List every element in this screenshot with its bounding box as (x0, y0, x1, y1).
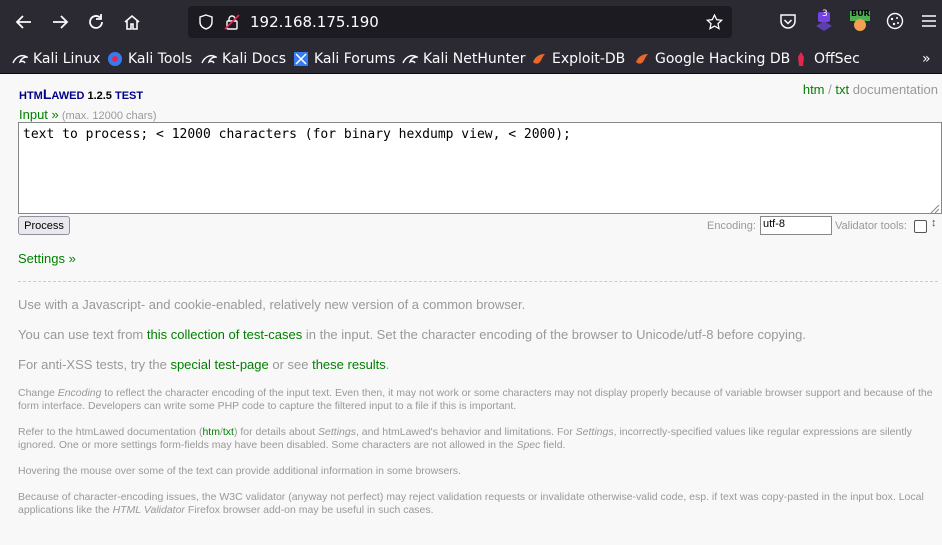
input-textarea[interactable]: text to process; < 12000 characters (for… (18, 122, 942, 214)
anti-xss-note: For anti-XSS tests, try the special test… (18, 357, 928, 372)
bookmark-label: Kali Tools (128, 51, 193, 67)
resize-grip-icon[interactable] (930, 204, 940, 214)
bookmark-exploit-db[interactable]: Exploit-DB (531, 49, 625, 69)
doc-note-italic-3: Spec (516, 439, 541, 451)
bookmark-google-hacking-db[interactable]: Google Hacking DB (634, 49, 790, 69)
cookie-icon[interactable] (883, 9, 907, 33)
bookmark-label: Exploit-DB (552, 51, 626, 67)
kali-dragon-icon (12, 51, 30, 67)
doc-note-htm-link[interactable]: htm (202, 426, 220, 438)
dashed-divider (18, 281, 938, 282)
anti-xss-text: For anti-XSS tests, try the (18, 357, 171, 372)
anti-xss-text-post: . (385, 357, 390, 372)
validator-toggle-icon[interactable]: ↕ (931, 217, 937, 229)
doc-note-text-e: field. (540, 439, 566, 451)
doc-separator: / (824, 82, 836, 97)
page-content: htmLawed 1.2.5 test htm / txt documentat… (0, 74, 942, 545)
bookmark-star-icon[interactable] (705, 13, 724, 30)
exploit-db-icon (531, 51, 547, 67)
bookmarks-toolbar: Kali Linux Kali Tools Kali Docs Kali For… (0, 44, 942, 74)
burp-proxy-icon[interactable]: BUR (848, 9, 872, 33)
doc-txt-link[interactable]: txt (835, 82, 849, 97)
home-icon[interactable] (118, 8, 146, 36)
bookmark-label: Kali NetHunter (423, 51, 526, 67)
settings-toggle[interactable]: Settings » (18, 251, 76, 266)
encoding-note-text: Change (18, 387, 58, 399)
brand-htm: htm (19, 90, 43, 102)
input-max-chars: (max. 12000 chars) (58, 110, 157, 122)
encoding-note-text-rest: to reflect the character encoding of the… (18, 387, 933, 412)
url-bar[interactable]: 192.168.175.190 (188, 6, 732, 38)
hover-note: Hovering the mouse over some of the text… (18, 465, 461, 477)
reload-icon[interactable] (82, 8, 110, 36)
back-arrow-icon[interactable] (10, 8, 38, 36)
brand-version: 1.2.5 (87, 90, 112, 102)
app-brand: htmLawed 1.2.5 test (19, 86, 143, 102)
validator-note-italic: HTML Validator (112, 504, 185, 516)
bookmark-label: OffSec (814, 51, 860, 67)
bookmark-offsec[interactable]: OffSec (793, 49, 860, 69)
doc-note-txt-link[interactable]: txt (223, 426, 234, 438)
insecure-lock-icon[interactable] (224, 14, 240, 30)
browser-note: Use with a Javascript- and cookie-enable… (18, 297, 526, 312)
bookmark-kali-tools[interactable]: Kali Tools (107, 49, 192, 69)
doc-note-text-c: , and htmLawed's behavior and limitation… (355, 426, 576, 438)
url-text[interactable]: 192.168.175.190 (250, 13, 379, 31)
kali-tools-icon (107, 51, 123, 67)
kali-dragon-icon (201, 51, 219, 67)
burp-proxy-label: BUR (851, 9, 870, 18)
bookmark-kali-linux[interactable]: Kali Linux (12, 49, 100, 69)
offsec-icon (793, 51, 809, 67)
anti-xss-text-mid: or see (268, 357, 313, 372)
extension-badge-count: 3 (822, 9, 828, 19)
validator-note: Because of character-encoding issues, th… (18, 491, 934, 517)
bookmark-kali-docs[interactable]: Kali Docs (201, 49, 286, 69)
encoding-input[interactable]: utf-8 (760, 216, 832, 235)
encoding-note-italic: Encoding (57, 387, 102, 399)
brand-awed: awed (51, 90, 85, 102)
exploit-db-icon (634, 51, 650, 67)
bookmark-label: Kali Docs (222, 51, 287, 67)
pocket-icon[interactable] (776, 9, 800, 33)
test-cases-note: You can use text from this collection of… (18, 327, 928, 342)
test-cases-text-post: in the input. Set the character encoding… (302, 327, 806, 342)
kali-dragon-icon (402, 51, 420, 67)
kali-forums-icon (293, 51, 309, 67)
bookmark-label: Kali Forums (314, 51, 396, 67)
these-results-link[interactable]: these results (312, 357, 386, 372)
validator-tools-label: Validator tools: (835, 220, 907, 232)
input-label[interactable]: Input » (max. 12000 chars) (19, 107, 157, 122)
browser-toolbar: 192.168.175.190 3 BUR (0, 0, 942, 44)
validator-checkbox[interactable] (914, 220, 927, 233)
bookmarks-overflow-icon[interactable]: » (922, 49, 931, 69)
doc-htm-link[interactable]: htm (803, 82, 825, 97)
bookmark-label: Kali Linux (33, 51, 101, 67)
documentation-links: htm / txt documentation (803, 82, 938, 97)
bookmark-kali-forums[interactable]: Kali Forums (293, 49, 395, 69)
shield-icon[interactable] (198, 14, 214, 30)
special-test-page-link[interactable]: special test-page (170, 357, 268, 372)
documentation-note: Refer to the htmLawed documentation (htm… (18, 426, 934, 452)
hamburger-menu-icon[interactable] (917, 9, 941, 33)
forward-arrow-icon[interactable] (46, 8, 74, 36)
bookmark-label: Google Hacking DB (655, 51, 791, 67)
doc-label: documentation (849, 82, 938, 97)
test-cases-link[interactable]: this collection of test-cases (147, 327, 302, 342)
doc-note-text: Refer to the htmLawed documentation ( (18, 426, 203, 438)
encoding-label: Encoding: (707, 220, 756, 232)
validator-note-text-rest: Firefox browser add-on may be useful in … (184, 504, 434, 516)
process-button[interactable]: Process (18, 216, 70, 235)
extension-badge-icon[interactable]: 3 (812, 9, 836, 33)
bookmark-kali-nethunter[interactable]: Kali NetHunter (402, 49, 525, 69)
test-cases-text: You can use text from (18, 327, 147, 342)
doc-note-text-b: ) for details about (233, 426, 319, 438)
input-label-text[interactable]: Input » (19, 107, 59, 122)
doc-note-italic-1: Settings (318, 426, 356, 438)
encoding-note: Change Encoding to reflect the character… (18, 387, 934, 413)
doc-note-italic-2: Settings (575, 426, 614, 438)
brand-test: test (114, 90, 144, 102)
